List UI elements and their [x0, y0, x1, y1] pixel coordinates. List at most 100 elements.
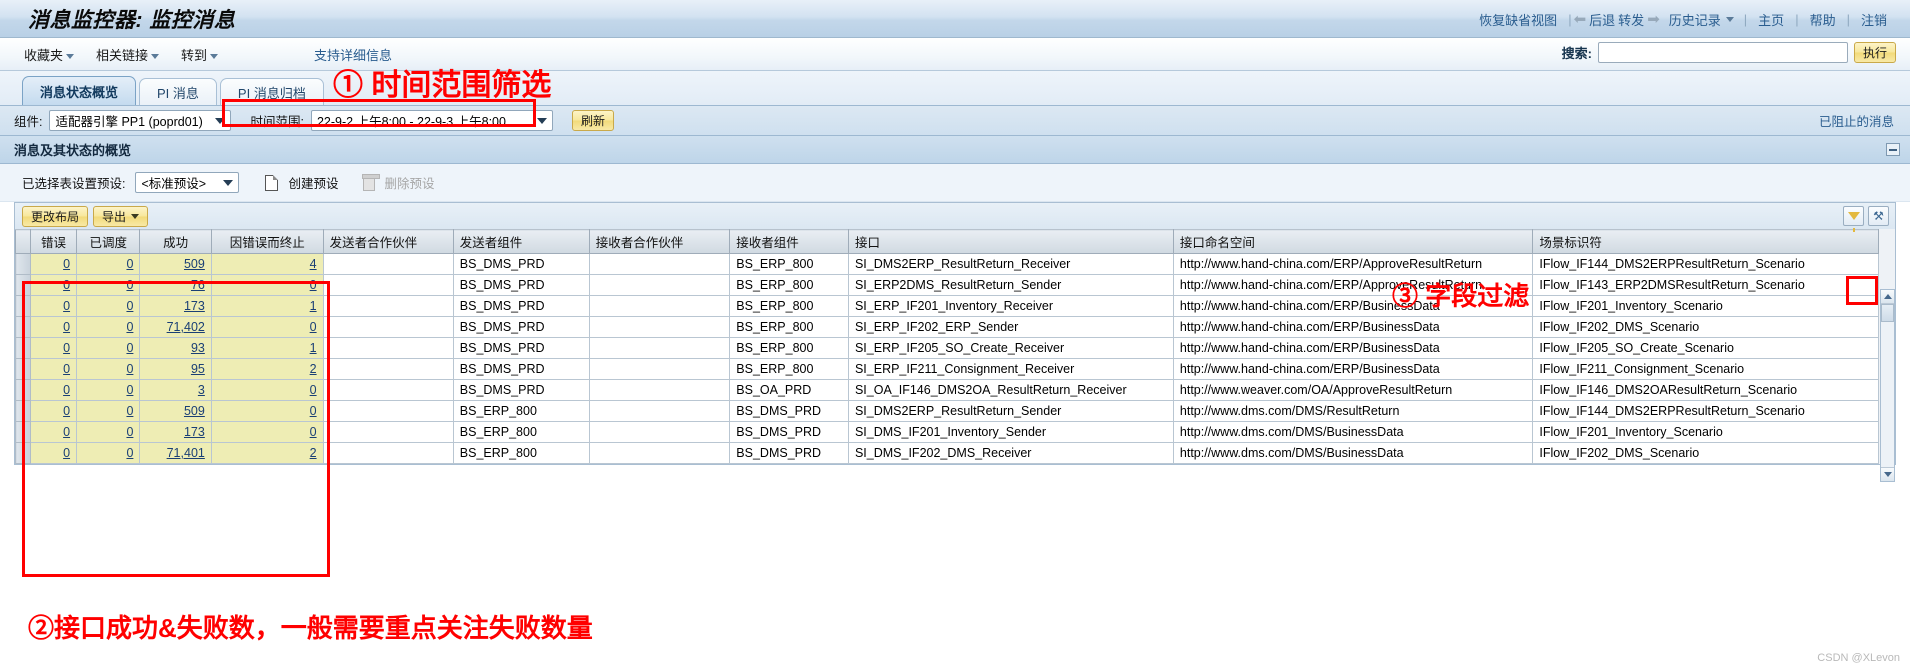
- cell-link-error[interactable]: 0: [63, 341, 70, 355]
- restore-default-view-link[interactable]: 恢复缺省视图: [1470, 10, 1566, 29]
- row-handle[interactable]: [15, 295, 31, 317]
- cell-link-error[interactable]: 0: [63, 320, 70, 334]
- cell-scheduled[interactable]: 0: [76, 274, 141, 296]
- create-preset-button[interactable]: 创建预设: [288, 173, 338, 192]
- table-row[interactable]: 0 0 93 1 BS_DMS_PRD BS_ERP_800 SI_ERP_IF205_SO…: [15, 337, 1880, 359]
- forward-arrow-icon[interactable]: ➡: [1647, 10, 1660, 28]
- table-row[interactable]: 0 0 71,402 0 BS_DMS_PRD BS_ERP_800 SI_ERP_IF20…: [15, 316, 1880, 338]
- cell-error[interactable]: 0: [29, 421, 78, 443]
- cell-cancelled[interactable]: 0: [210, 274, 324, 296]
- new-document-icon[interactable]: [265, 174, 279, 191]
- cell-link-cancelled[interactable]: 0: [310, 425, 317, 439]
- row-handle[interactable]: [15, 253, 31, 275]
- table-vertical-scrollbar[interactable]: [1880, 289, 1895, 482]
- table-row[interactable]: 0 0 95 2 BS_DMS_PRD BS_ERP_800 SI_ERP_IF211_Co…: [15, 358, 1880, 380]
- cell-scheduled[interactable]: 0: [76, 358, 141, 380]
- filter-funnel-icon[interactable]: [1843, 206, 1864, 232]
- table-row[interactable]: 0 0 509 0 BS_ERP_800 BS_DMS_PRD SI_DMS2ERP_Res…: [15, 400, 1880, 422]
- cell-error[interactable]: 0: [29, 379, 78, 401]
- cell-error[interactable]: 0: [29, 442, 78, 464]
- cell-link-error[interactable]: 0: [63, 425, 70, 439]
- cell-link-success[interactable]: 509: [184, 257, 205, 271]
- refresh-button[interactable]: 刷新: [571, 110, 614, 131]
- chevron-down-icon[interactable]: [220, 173, 236, 192]
- cell-link-error[interactable]: 0: [63, 362, 70, 376]
- cell-success[interactable]: 76: [139, 274, 212, 296]
- column-header-scheduled[interactable]: 已调度: [76, 229, 141, 254]
- cell-link-success[interactable]: 95: [191, 362, 205, 376]
- cell-link-error[interactable]: 0: [63, 278, 70, 292]
- cell-success[interactable]: 3: [139, 379, 212, 401]
- cell-cancelled[interactable]: 0: [210, 400, 324, 422]
- timerange-select[interactable]: 22-9-2 上午8:00 - 22-9-3 上午8:00: [310, 110, 553, 131]
- scroll-up-button[interactable]: [1881, 290, 1894, 304]
- cell-scheduled[interactable]: 0: [76, 253, 141, 275]
- cell-link-cancelled[interactable]: 1: [310, 341, 317, 355]
- collapse-icon[interactable]: [1886, 143, 1900, 156]
- cell-link-scheduled[interactable]: 0: [126, 257, 133, 271]
- tab-message-status-overview[interactable]: 消息状态概览: [22, 76, 137, 105]
- cell-cancelled[interactable]: 0: [210, 316, 324, 338]
- export-button[interactable]: 导出: [93, 205, 149, 227]
- table-row[interactable]: 0 0 76 0 BS_DMS_PRD BS_ERP_800 SI_ERP2DMS_Resu…: [15, 274, 1880, 296]
- table-row[interactable]: 0 0 71,401 2 BS_ERP_800 BS_DMS_PRD SI_DMS_IF20…: [15, 442, 1880, 464]
- chevron-down-icon[interactable]: [1725, 16, 1734, 22]
- cell-link-success[interactable]: 71,402: [167, 320, 205, 334]
- chevron-down-icon[interactable]: [212, 111, 228, 130]
- menu-related-links[interactable]: 相关链接: [96, 45, 160, 64]
- cell-cancelled[interactable]: 4: [210, 253, 324, 275]
- column-header-success[interactable]: 成功: [139, 229, 212, 254]
- cell-link-success[interactable]: 173: [184, 425, 205, 439]
- cell-link-success[interactable]: 3: [198, 383, 205, 397]
- cell-link-scheduled[interactable]: 0: [126, 446, 133, 460]
- row-handle[interactable]: [15, 337, 31, 359]
- history-link[interactable]: 历史记录: [1660, 10, 1723, 29]
- cell-error[interactable]: 0: [29, 274, 78, 296]
- table-row[interactable]: 0 0 173 0 BS_ERP_800 BS_DMS_PRD SI_DMS_IF201_I…: [15, 421, 1880, 443]
- cell-link-cancelled[interactable]: 0: [310, 320, 317, 334]
- back-link[interactable]: 后退: [1586, 10, 1618, 29]
- cell-success[interactable]: 509: [139, 253, 212, 275]
- cell-link-success[interactable]: 71,401: [167, 446, 205, 460]
- cell-success[interactable]: 173: [139, 295, 212, 317]
- cell-link-success[interactable]: 509: [184, 404, 205, 418]
- column-header-error[interactable]: 错误: [29, 229, 78, 254]
- cell-success[interactable]: 93: [139, 337, 212, 359]
- column-header-sender-partner[interactable]: 发送者合作伙伴: [322, 229, 454, 254]
- cell-link-error[interactable]: 0: [63, 446, 70, 460]
- column-header-receiver-component[interactable]: 接收者组件: [729, 229, 849, 254]
- tab-pi-messages-archive[interactable]: PI 消息归档: [219, 78, 324, 105]
- component-select[interactable]: 适配器引擎 PP1 (poprd01): [49, 110, 232, 131]
- cell-error[interactable]: 0: [29, 337, 78, 359]
- cell-success[interactable]: 95: [139, 358, 212, 380]
- cell-link-scheduled[interactable]: 0: [126, 383, 133, 397]
- table-settings-icon[interactable]: ⚒: [1868, 206, 1889, 226]
- cell-link-error[interactable]: 0: [63, 257, 70, 271]
- row-handle[interactable]: [15, 421, 31, 443]
- cell-scheduled[interactable]: 0: [76, 400, 141, 422]
- column-header-receiver-partner[interactable]: 接收者合作伙伴: [588, 229, 731, 254]
- search-input[interactable]: [1597, 42, 1848, 63]
- cell-link-cancelled[interactable]: 0: [310, 383, 317, 397]
- cell-success[interactable]: 173: [139, 421, 212, 443]
- row-handle[interactable]: [15, 316, 31, 338]
- cell-link-cancelled[interactable]: 1: [310, 299, 317, 313]
- search-go-button[interactable]: 执行: [1853, 42, 1896, 63]
- cell-scheduled[interactable]: 0: [76, 442, 141, 464]
- column-header-sender-component[interactable]: 发送者组件: [452, 229, 590, 254]
- row-handle[interactable]: [15, 379, 31, 401]
- row-handle[interactable]: [15, 358, 31, 380]
- help-link[interactable]: 帮助: [1801, 10, 1845, 29]
- cell-error[interactable]: 0: [29, 316, 78, 338]
- cell-link-scheduled[interactable]: 0: [126, 278, 133, 292]
- cell-link-scheduled[interactable]: 0: [126, 320, 133, 334]
- cell-scheduled[interactable]: 0: [76, 337, 141, 359]
- cell-link-error[interactable]: 0: [63, 404, 70, 418]
- cell-link-success[interactable]: 173: [184, 299, 205, 313]
- table-row[interactable]: 0 0 509 4 BS_DMS_PRD BS_ERP_800 SI_DMS2ERP_Res…: [15, 253, 1880, 275]
- scroll-thumb[interactable]: [1881, 304, 1894, 322]
- cell-link-success[interactable]: 76: [191, 278, 205, 292]
- column-header-namespace[interactable]: 接口命名空间: [1172, 229, 1534, 254]
- cell-cancelled[interactable]: 0: [210, 379, 324, 401]
- cell-link-scheduled[interactable]: 0: [126, 299, 133, 313]
